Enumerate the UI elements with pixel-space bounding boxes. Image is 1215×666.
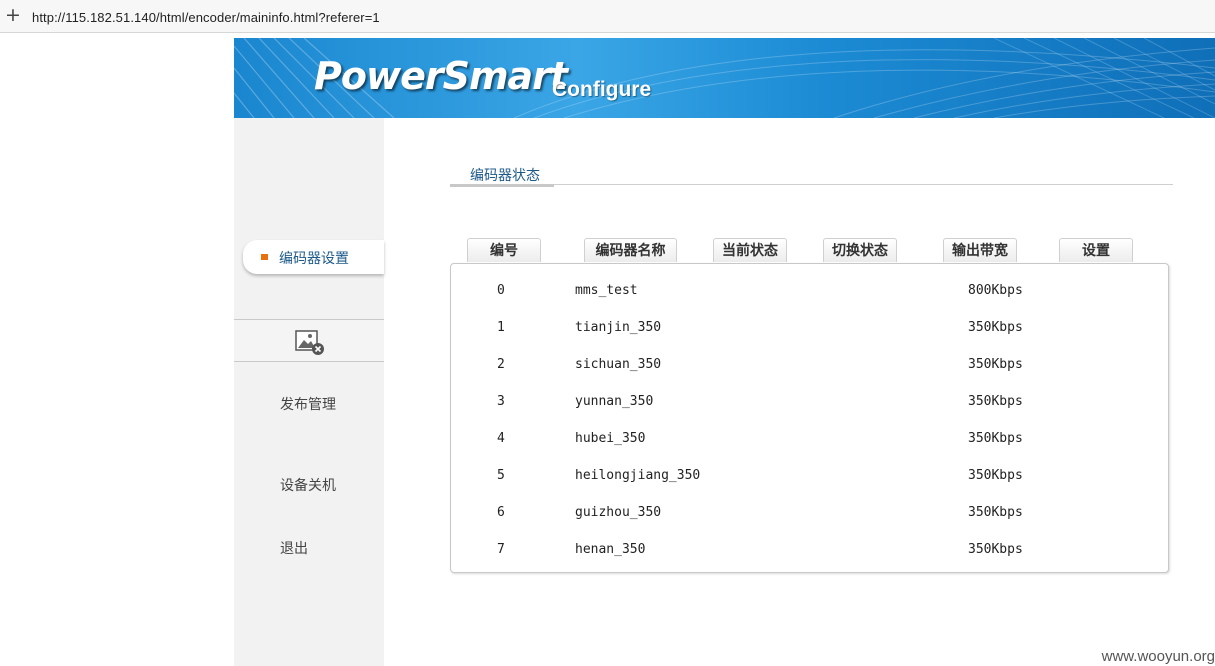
- cell-bandwidth: 350Kbps: [968, 394, 1023, 409]
- bullet-icon: [261, 254, 268, 260]
- sidebar-item-label: 编码器设置: [279, 251, 349, 267]
- cell-id: 4: [497, 431, 505, 446]
- cell-bandwidth: 350Kbps: [968, 505, 1023, 520]
- cell-id: 7: [497, 542, 505, 557]
- broken-image-icon: [295, 330, 324, 355]
- column-header-switch-status[interactable]: 切换状态: [823, 238, 897, 262]
- cell-bandwidth: 350Kbps: [968, 468, 1023, 483]
- column-header-name[interactable]: 编码器名称: [584, 238, 677, 262]
- column-header-settings[interactable]: 设置: [1059, 238, 1133, 262]
- table-row[interactable]: 0 mms_test 800Kbps: [451, 283, 1168, 303]
- sidebar: 编码器设置 发布管理 设备关机 退出: [234, 118, 384, 666]
- column-header-bandwidth[interactable]: 输出带宽: [943, 238, 1017, 262]
- sidebar-item-encoder-settings[interactable]: 编码器设置: [243, 240, 384, 274]
- table-row[interactable]: 5 heilongjiang_350 350Kbps: [451, 468, 1168, 488]
- cell-bandwidth: 800Kbps: [968, 283, 1023, 298]
- cell-bandwidth: 350Kbps: [968, 320, 1023, 335]
- cell-name: heilongjiang_350: [575, 468, 701, 483]
- cell-id: 0: [497, 283, 505, 298]
- broken-image-placeholder: [234, 319, 384, 362]
- sidebar-item-shutdown[interactable]: 设备关机: [280, 475, 336, 495]
- cell-id: 6: [497, 505, 505, 520]
- table-row[interactable]: 4 hubei_350 350Kbps: [451, 431, 1168, 451]
- cell-bandwidth: 350Kbps: [968, 431, 1023, 446]
- tab-label: 编码器状态: [470, 168, 540, 184]
- table-row[interactable]: 1 tianjin_350 350Kbps: [451, 320, 1168, 340]
- header-banner: PowerSmart Configure: [234, 38, 1215, 118]
- table-row[interactable]: 7 henan_350 350Kbps: [451, 542, 1168, 562]
- cell-id: 1: [497, 320, 505, 335]
- cell-name: hubei_350: [575, 431, 646, 446]
- powersmart-logo: PowerSmart: [314, 54, 568, 98]
- new-tab-button[interactable]: +: [5, 4, 21, 26]
- cell-name: tianjin_350: [575, 320, 662, 335]
- column-header-current-status[interactable]: 当前状态: [713, 238, 787, 262]
- tab-encoder-status[interactable]: 编码器状态: [450, 162, 554, 187]
- cell-name: guizhou_350: [575, 505, 662, 520]
- column-header-id[interactable]: 编号: [467, 238, 541, 262]
- cell-name: yunnan_350: [575, 394, 654, 409]
- encoder-table: 0 mms_test 800Kbps 1 tianjin_350 350Kbps…: [450, 263, 1169, 573]
- sidebar-item-logout[interactable]: 退出: [280, 538, 308, 558]
- tab-underline: [450, 184, 554, 187]
- cell-id: 2: [497, 357, 505, 372]
- url-field[interactable]: http://115.182.51.140/html/encoder/maini…: [32, 10, 380, 25]
- table-row[interactable]: 6 guizhou_350 350Kbps: [451, 505, 1168, 525]
- banner-subtitle: Configure: [552, 78, 652, 101]
- tab-divider: [450, 184, 1173, 185]
- cell-id: 3: [497, 394, 505, 409]
- cell-name: mms_test: [575, 283, 638, 298]
- watermark: www.wooyun.org: [1101, 648, 1215, 665]
- browser-address-bar: + http://115.182.51.140/html/encoder/mai…: [0, 0, 1215, 33]
- cell-bandwidth: 350Kbps: [968, 542, 1023, 557]
- table-row[interactable]: 2 sichuan_350 350Kbps: [451, 357, 1168, 377]
- cell-id: 5: [497, 468, 505, 483]
- cell-name: henan_350: [575, 542, 646, 557]
- cell-bandwidth: 350Kbps: [968, 357, 1023, 372]
- cell-name: sichuan_350: [575, 357, 662, 372]
- table-row[interactable]: 3 yunnan_350 350Kbps: [451, 394, 1168, 414]
- sidebar-item-publish[interactable]: 发布管理: [280, 394, 336, 414]
